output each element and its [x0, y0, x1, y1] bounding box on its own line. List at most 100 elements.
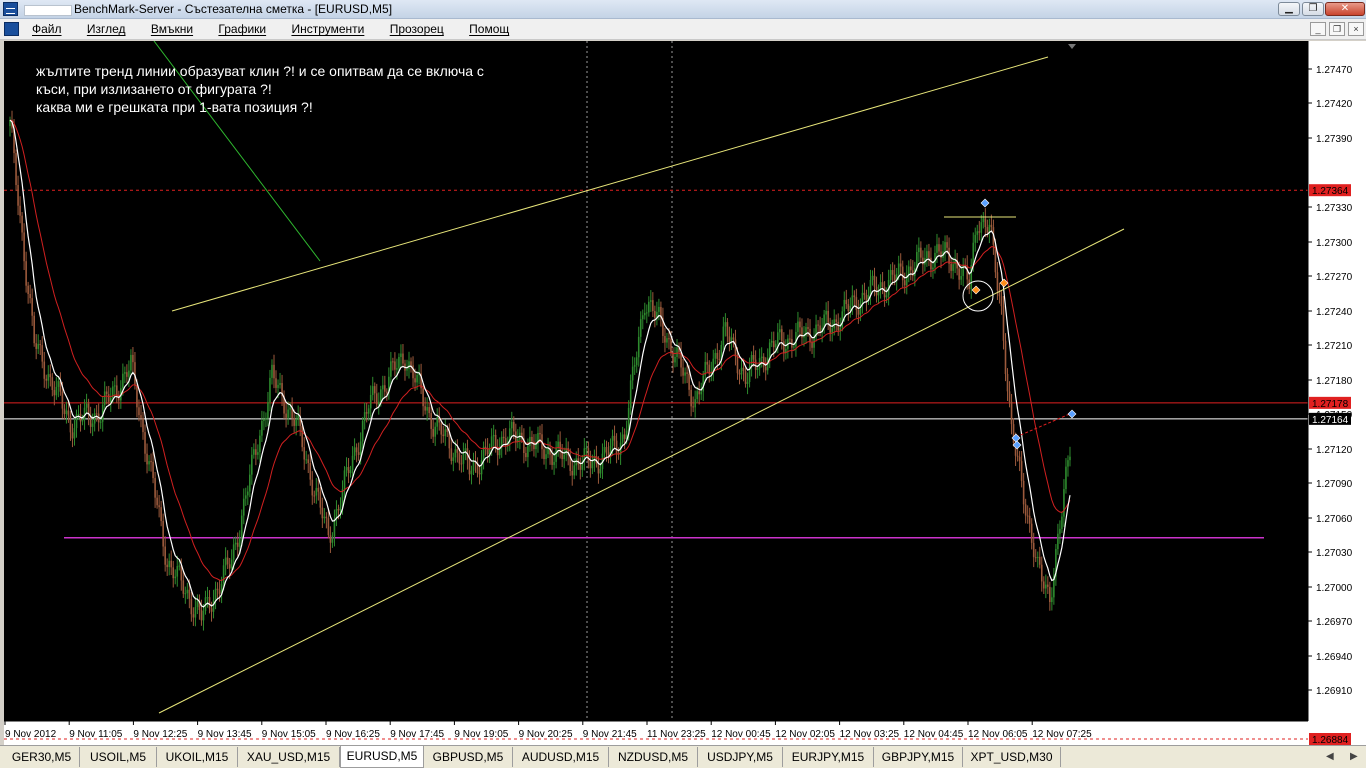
candle-body	[410, 361, 412, 366]
price-tick-label: 1.27000	[1316, 583, 1353, 594]
candle-body	[130, 354, 132, 371]
candle-body	[762, 356, 765, 367]
chart-window-icon[interactable]	[4, 22, 19, 36]
tab-xpt-usd[interactable]: XPT_USD,M30	[963, 747, 1061, 767]
tab-xau-usd[interactable]: XAU_USD,M15	[238, 747, 340, 767]
tab-audusd[interactable]: AUDUSD,M15	[513, 747, 609, 767]
candle-body	[400, 353, 402, 357]
candle-body	[430, 413, 432, 429]
candle-body	[859, 303, 862, 315]
tab-gbpusd[interactable]: GBPUSD,M5	[424, 747, 513, 767]
tabs-scroll-right-icon[interactable]: ▶	[1350, 751, 1358, 762]
candle-body	[434, 426, 437, 437]
lower-level-price-label: 1.26884	[1312, 735, 1349, 745]
menu-help[interactable]: Помощ	[469, 22, 509, 36]
candle-body	[85, 403, 88, 408]
candle-body	[1065, 466, 1067, 490]
candle-body	[158, 505, 160, 508]
candle-body	[406, 368, 408, 371]
candle-body	[512, 422, 515, 432]
candle-body	[502, 436, 505, 439]
candle-body	[688, 373, 690, 390]
price-tick-label: 1.27210	[1316, 341, 1353, 352]
chart-canvas[interactable]: жълтите тренд линии образуват клин ?! и …	[4, 41, 1366, 745]
candle-body	[817, 324, 819, 326]
candle-body	[236, 542, 239, 547]
menu-insert[interactable]: Вмъкни	[151, 22, 193, 36]
menu-window[interactable]: Прозорец	[390, 22, 444, 36]
candle-body	[770, 341, 773, 343]
restore-button[interactable]: ❐	[1302, 2, 1324, 16]
candle-body	[1016, 455, 1019, 457]
candle-body	[684, 372, 686, 376]
price-chart[interactable]: жълтите тренд линии образуват клин ?! и …	[4, 41, 1366, 745]
candle-body	[379, 389, 382, 402]
menu-charts[interactable]: Графики	[218, 22, 266, 36]
candle-body	[174, 576, 177, 579]
candle-body	[573, 465, 576, 476]
candle-body	[1069, 456, 1071, 461]
candle-body	[883, 286, 886, 298]
candle-body	[938, 244, 940, 252]
tab-usoil[interactable]: USOIL,M5	[80, 747, 157, 767]
candle-body	[1042, 581, 1045, 589]
candle-body	[77, 413, 80, 415]
candle-body	[277, 384, 279, 388]
candle-body	[643, 312, 646, 316]
mdi-restore-button[interactable]: ❐	[1329, 22, 1345, 36]
candle-body	[442, 434, 445, 437]
candle-body	[136, 385, 138, 408]
candle-body	[138, 407, 140, 416]
candle-body	[297, 415, 299, 420]
tabs-scroll-left-icon[interactable]: ◀	[1326, 751, 1334, 762]
mdi-minimize-button[interactable]: _	[1310, 22, 1326, 36]
candle-body	[259, 435, 261, 453]
candle-body	[698, 391, 700, 395]
minimize-button[interactable]: ▁	[1278, 2, 1300, 16]
candle-body	[944, 242, 946, 252]
candle-body	[960, 276, 962, 280]
candle-body	[716, 352, 719, 359]
candle-body	[897, 263, 900, 274]
candle-body	[825, 310, 827, 315]
candle-body	[1004, 340, 1007, 374]
candle-body	[27, 285, 29, 294]
menu-file[interactable]: Файл	[32, 22, 62, 36]
close-button[interactable]: ✕	[1325, 2, 1365, 16]
candle-body	[305, 459, 308, 461]
candle-body	[555, 447, 557, 462]
mdi-close-button[interactable]: ×	[1348, 22, 1364, 36]
tab-eurjpy[interactable]: EURJPY,M15	[783, 747, 874, 767]
candle-body	[196, 601, 199, 608]
tab-eurusd[interactable]: EURUSD,M5	[340, 746, 424, 768]
candle-body	[178, 565, 181, 567]
time-tick-label: 12 Nov 06:05	[968, 729, 1028, 740]
candle-body	[847, 304, 850, 312]
tab-ger30[interactable]: GER30,M5	[4, 747, 80, 767]
tab-nzdusd[interactable]: NZDUSD,M5	[609, 747, 698, 767]
menu-tools[interactable]: Инструменти	[291, 22, 364, 36]
candle-body	[156, 497, 158, 506]
candle-body	[279, 383, 281, 385]
candle-body	[242, 498, 245, 516]
candle-body	[845, 299, 848, 305]
candle-body	[142, 417, 144, 433]
tab-gbpjpy[interactable]: GBPJPY,M15	[874, 747, 963, 767]
candle-body	[345, 467, 348, 471]
tab-ukoil[interactable]: UKOIL,M15	[157, 747, 238, 767]
candle-body	[1026, 515, 1029, 517]
candle-body	[676, 347, 678, 357]
candle-body	[462, 452, 465, 464]
candle-body	[166, 564, 168, 568]
annotation-line-0: жълтите тренд линии образуват клин ?! и …	[36, 63, 484, 79]
price-tick-label: 1.27470	[1316, 65, 1353, 76]
time-tick-label: 12 Nov 04:45	[904, 729, 964, 740]
annotation-line-1: къси, при излизането от фигурата ?!	[36, 81, 272, 97]
candle-body	[982, 218, 985, 223]
candle-body	[182, 580, 185, 594]
tab-usdjpy[interactable]: USDJPY,M5	[698, 747, 783, 767]
candle-body	[674, 356, 676, 363]
candle-body	[365, 412, 368, 414]
candle-body	[95, 413, 98, 415]
menu-view[interactable]: Изглед	[87, 22, 126, 36]
